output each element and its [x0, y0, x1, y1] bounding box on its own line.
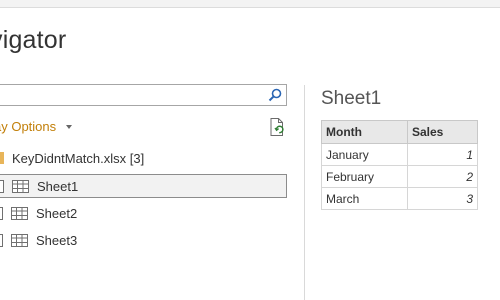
- column-header[interactable]: Month: [321, 120, 408, 144]
- display-options-dropdown[interactable]: ay Options: [0, 119, 73, 134]
- sheet-grid-icon: [11, 233, 28, 247]
- sheet-item-label: Sheet3: [36, 232, 78, 248]
- table-cell: 1: [407, 143, 478, 166]
- search-icon[interactable]: [267, 87, 283, 103]
- search-input[interactable]: [0, 84, 287, 106]
- table-cell: February: [321, 165, 408, 188]
- table-header-row: Month Sales: [321, 120, 478, 144]
- sheet-checkbox[interactable]: [0, 233, 3, 247]
- sheet-item-label: Sheet2: [36, 205, 78, 221]
- table-row: February 2: [321, 165, 478, 188]
- sheet-item-sheet1[interactable]: Sheet1: [0, 174, 287, 198]
- preview-table: Month Sales January 1 February 2 March 3: [321, 120, 478, 210]
- table-cell: January: [321, 143, 408, 166]
- sheet-checkbox[interactable]: [0, 206, 3, 220]
- sheet-grid-icon: [11, 206, 28, 220]
- sheet-item-sheet2[interactable]: Sheet2: [0, 201, 287, 225]
- navigator-dialog: vigator ay Options KeyDidntMatch.xlsx [3…: [0, 0, 500, 300]
- table-cell: 2: [407, 165, 478, 188]
- page-title: vigator: [0, 26, 67, 54]
- refresh-document-icon[interactable]: [268, 117, 288, 137]
- table-row: January 1: [321, 143, 478, 166]
- sheet-grid-icon: [12, 179, 29, 193]
- sheet-item-sheet3[interactable]: Sheet3: [0, 228, 287, 252]
- sheet-item-label: Sheet1: [37, 178, 79, 194]
- window-top-bar: [0, 0, 500, 8]
- table-cell: 3: [407, 187, 478, 210]
- folder-icon: [0, 152, 4, 164]
- file-tree-node[interactable]: KeyDidntMatch.xlsx [3]: [0, 148, 144, 168]
- table-row: March 3: [321, 187, 478, 210]
- sheet-checkbox[interactable]: [0, 179, 4, 193]
- chevron-down-icon: [66, 125, 73, 129]
- display-options-label: ay Options: [0, 119, 57, 134]
- table-cell: March: [321, 187, 408, 210]
- preview-title: Sheet1: [321, 88, 382, 109]
- pane-divider[interactable]: [304, 85, 305, 300]
- column-header[interactable]: Sales: [407, 120, 478, 144]
- file-label: KeyDidntMatch.xlsx [3]: [12, 150, 145, 166]
